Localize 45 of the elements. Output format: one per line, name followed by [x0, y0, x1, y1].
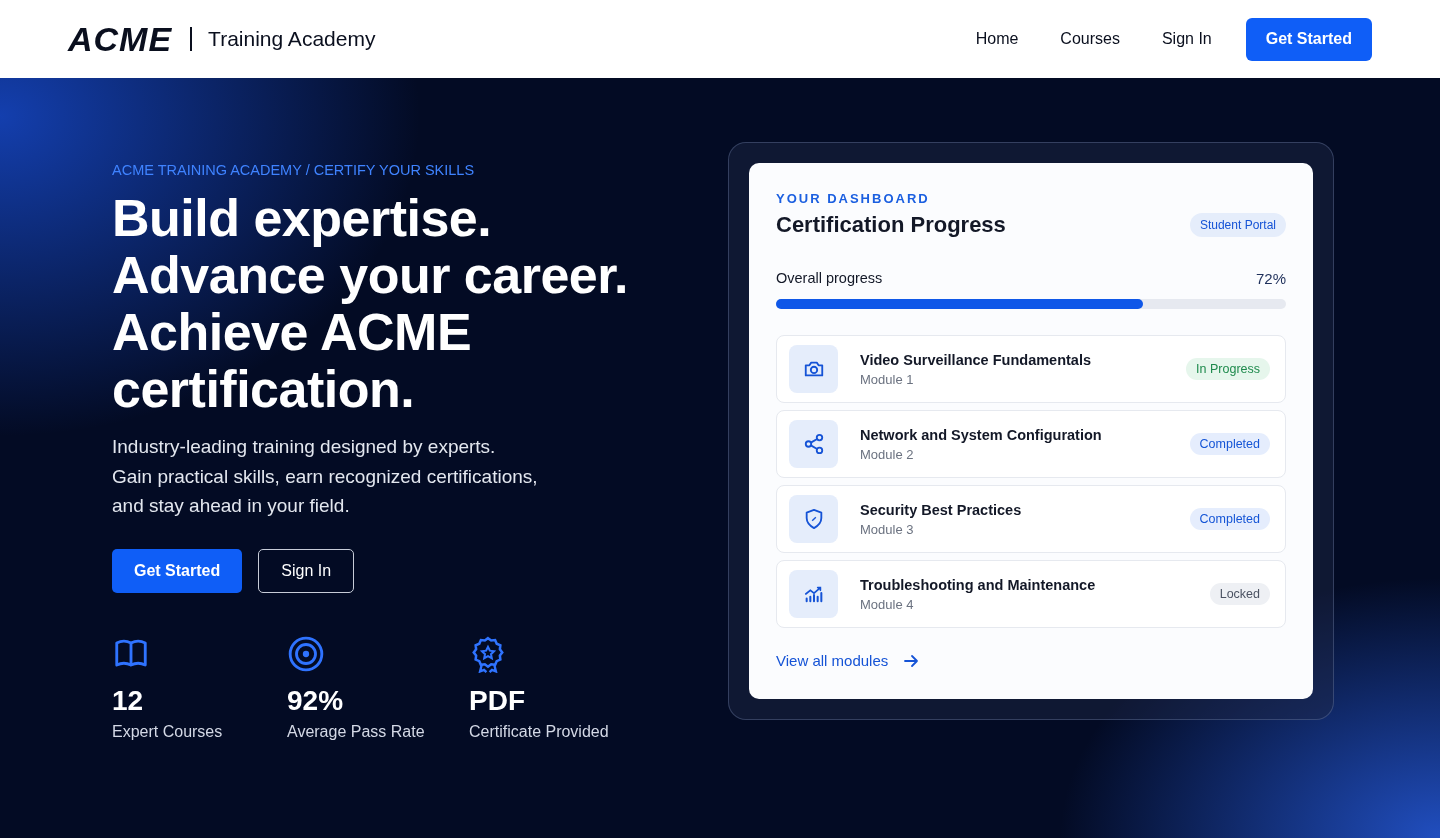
progress-label: Overall progress: [776, 270, 883, 287]
hero-description: Industry-leading training designed by experts.: [112, 435, 497, 459]
module-number: Module 4: [860, 596, 915, 612]
module-row[interactable]: Network and System Configuration Module 2 Completed: [776, 410, 1286, 478]
dashboard-eyebrow: YOUR DASHBOARD: [776, 191, 931, 206]
module-title: Security Best Practices: [860, 501, 1022, 518]
module-number: Module 3: [860, 521, 915, 537]
status-badge: Completed: [1189, 433, 1270, 455]
module-title: Video Surveillance Fundamentals: [860, 351, 1091, 368]
progress-reading: 72%: [1255, 270, 1286, 287]
stat-value: PDF: [469, 683, 526, 718]
module-title: Network and System Configuration: [860, 426, 1102, 443]
stat-label: Certificate Provided: [469, 722, 610, 741]
logo[interactable]: ACME: [68, 19, 173, 59]
card-title: Certification Progress: [776, 212, 1006, 238]
get-started-button[interactable]: Get Started: [1245, 17, 1372, 61]
portal-badge: Student Portal: [1189, 213, 1286, 237]
module-number: Module 1: [860, 371, 915, 387]
hero-headline: Build expertise. Advance your career. Achieve ACME certification.: [112, 190, 630, 418]
hero-description: Gain practical skills, earn recognized certifications,: [112, 464, 539, 489]
stat-label: Average Pass Rate: [287, 722, 426, 741]
module-title: Troubleshooting and Maintenance: [860, 576, 1096, 593]
module-number: Module 2: [860, 446, 915, 462]
module-row[interactable]: Video Surveillance Fundamentals Module 1 In Progress: [776, 335, 1286, 403]
share-icon: [802, 433, 825, 455]
nav-link[interactable]: Courses: [1039, 22, 1141, 56]
nav-link[interactable]: Home: [954, 22, 1040, 56]
get-started-button[interactable]: Get Started: [112, 548, 243, 593]
status-badge: Locked: [1209, 583, 1270, 605]
status-badge: Completed: [1189, 508, 1270, 530]
view-modules-link[interactable]: View all modules: [776, 652, 920, 669]
nav-link[interactable]: Sign In: [1140, 22, 1233, 56]
hero-eyebrow: ACME TRAINING ACADEMY / CERTIFY YOUR SKILLS: [112, 162, 476, 178]
hero-description: and stay ahead in your field.: [112, 494, 351, 518]
stat-value: 92%: [287, 683, 345, 718]
site-subtitle: Training Academy: [208, 27, 376, 51]
arrow-right-icon: [904, 653, 920, 668]
status-badge: In Progress: [1186, 358, 1270, 380]
stat-value: 12: [112, 683, 145, 718]
sign-in-button[interactable]: Sign In: [258, 548, 355, 593]
target-icon: [287, 634, 325, 673]
module-row[interactable]: Security Best Practices Module 3 Completed: [776, 485, 1286, 553]
stat-label: Expert Courses: [112, 722, 224, 741]
award-icon: [469, 634, 507, 673]
module-row[interactable]: Troubleshooting and Maintenance Module 4 Locked: [776, 560, 1286, 628]
